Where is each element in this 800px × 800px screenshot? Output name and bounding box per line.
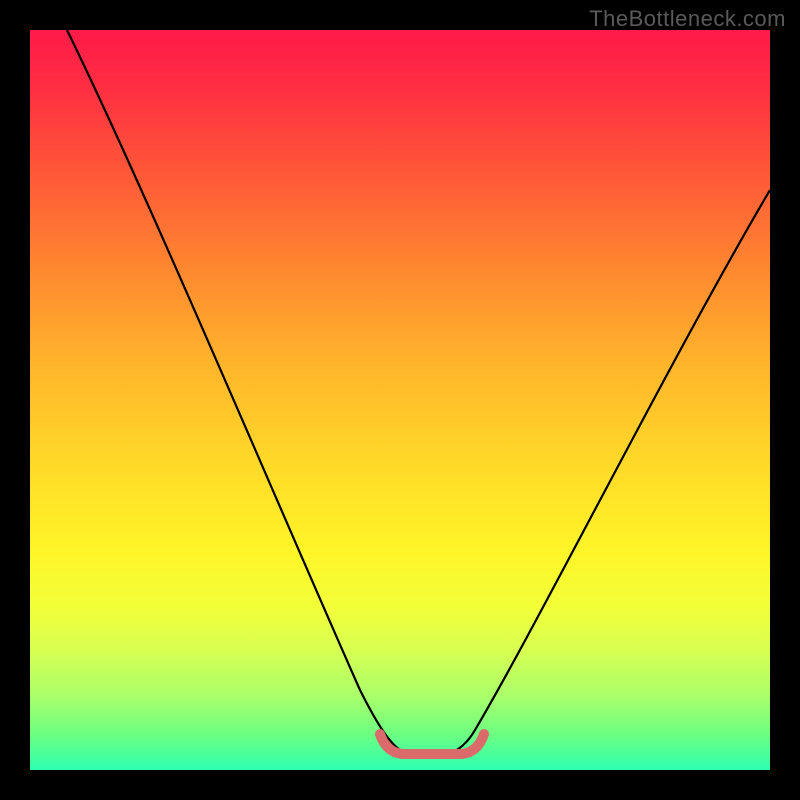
- chart-frame: TheBottleneck.com: [0, 0, 800, 800]
- optimal-zone-marker: [380, 734, 484, 754]
- plot-area: [30, 30, 770, 770]
- curve-layer: [30, 30, 770, 770]
- bottleneck-curve-main: [67, 30, 770, 757]
- watermark-text: TheBottleneck.com: [589, 6, 786, 32]
